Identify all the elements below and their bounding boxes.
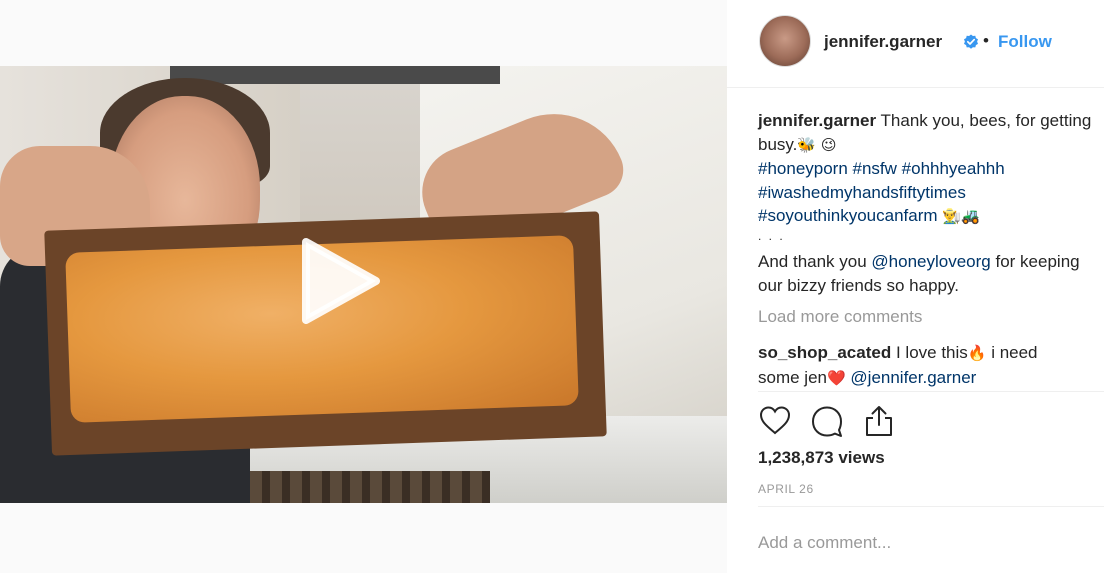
caption-thanks: And thank you @honeyloveorg for keeping … [758, 250, 1080, 297]
caption-dots: . . . [758, 229, 785, 243]
farmer-tractor-emoji-icon: 👨‍🌾🚜 [942, 207, 980, 225]
hashtag-link[interactable]: #honeyporn #nsfw #ohhhyeahhh [758, 159, 1005, 178]
instagram-post-page: jennifer.garner • Follow jennifer.garner… [0, 0, 1104, 573]
caption-line-4: #iwashedmyhandsfiftytimes [758, 181, 1104, 205]
caption-text-busy: busy. [758, 134, 798, 154]
view-count[interactable]: 1,238,873 views [758, 448, 885, 468]
caption-line-3: #honeyporn #nsfw #ohhhyeahhh [758, 157, 1104, 181]
comment-line-2: some jen❤️ @jennifer.garner [758, 366, 1038, 391]
media-area [0, 0, 727, 573]
verified-badge-icon [964, 34, 978, 49]
video-range-hood [170, 66, 500, 84]
hashtag-link[interactable]: #soyouthinkyoucanfarm [758, 206, 938, 225]
avatar[interactable] [759, 15, 811, 67]
header-username[interactable]: jennifer.garner [824, 32, 942, 52]
caption-username[interactable]: jennifer.garner [758, 111, 876, 130]
comment-line-1: so_shop_acated I love this🔥 i need [758, 341, 1038, 366]
add-comment-input[interactable] [758, 533, 1088, 553]
mention-link[interactable]: @honeyloveorg [871, 252, 990, 271]
bee-wink-emoji-icon: 🐝 😉 [797, 135, 837, 154]
divider [758, 391, 1104, 392]
heart-emoji-icon: ❤️ [826, 368, 846, 387]
comment-bubble-icon[interactable] [810, 404, 844, 438]
comment-text-2: i need [986, 343, 1038, 362]
caption-line-5: #soyouthinkyoucanfarm 👨‍🌾🚜 [758, 204, 1104, 229]
post-video[interactable] [0, 66, 727, 503]
caption-thanks-line-2: our bizzy friends so happy. [758, 275, 959, 295]
post-header: jennifer.garner • Follow [727, 0, 1104, 88]
post-side-panel: jennifer.garner • Follow jennifer.garner… [727, 0, 1104, 573]
caption-text: Thank you, bees, for getting [880, 111, 1092, 130]
caption-thanks-line-1: And thank you @honeyloveorg for keeping [758, 250, 1080, 274]
follow-button[interactable]: Follow [998, 32, 1052, 52]
video-stove [230, 471, 490, 503]
header-separator: • [983, 31, 989, 50]
caption-thanks-suffix: for keeping [990, 252, 1080, 271]
post-date[interactable]: APRIL 26 [758, 482, 814, 496]
share-icon[interactable] [862, 404, 896, 438]
caption-line-2: busy.🐝 😉 [758, 133, 1104, 158]
comment-username[interactable]: so_shop_acated [758, 343, 891, 362]
play-icon[interactable] [300, 238, 380, 324]
mention-link[interactable]: @jennifer.garner [850, 368, 976, 387]
post-caption: jennifer.garner Thank you, bees, for get… [758, 109, 1104, 229]
caption-thanks-prefix: And thank you [758, 252, 872, 271]
heart-icon[interactable] [758, 404, 792, 438]
comment-text: I love this [895, 343, 968, 362]
comment-text-3: some jen [758, 367, 827, 387]
comment-item: so_shop_acated I love this🔥 i need some … [758, 341, 1038, 390]
hashtag-link[interactable]: #iwashedmyhandsfiftytimes [758, 183, 966, 202]
divider [758, 506, 1104, 507]
caption-line-1: jennifer.garner Thank you, bees, for get… [758, 109, 1104, 133]
load-more-comments-button[interactable]: Load more comments [758, 307, 922, 327]
fire-emoji-icon: 🔥 [967, 344, 987, 362]
